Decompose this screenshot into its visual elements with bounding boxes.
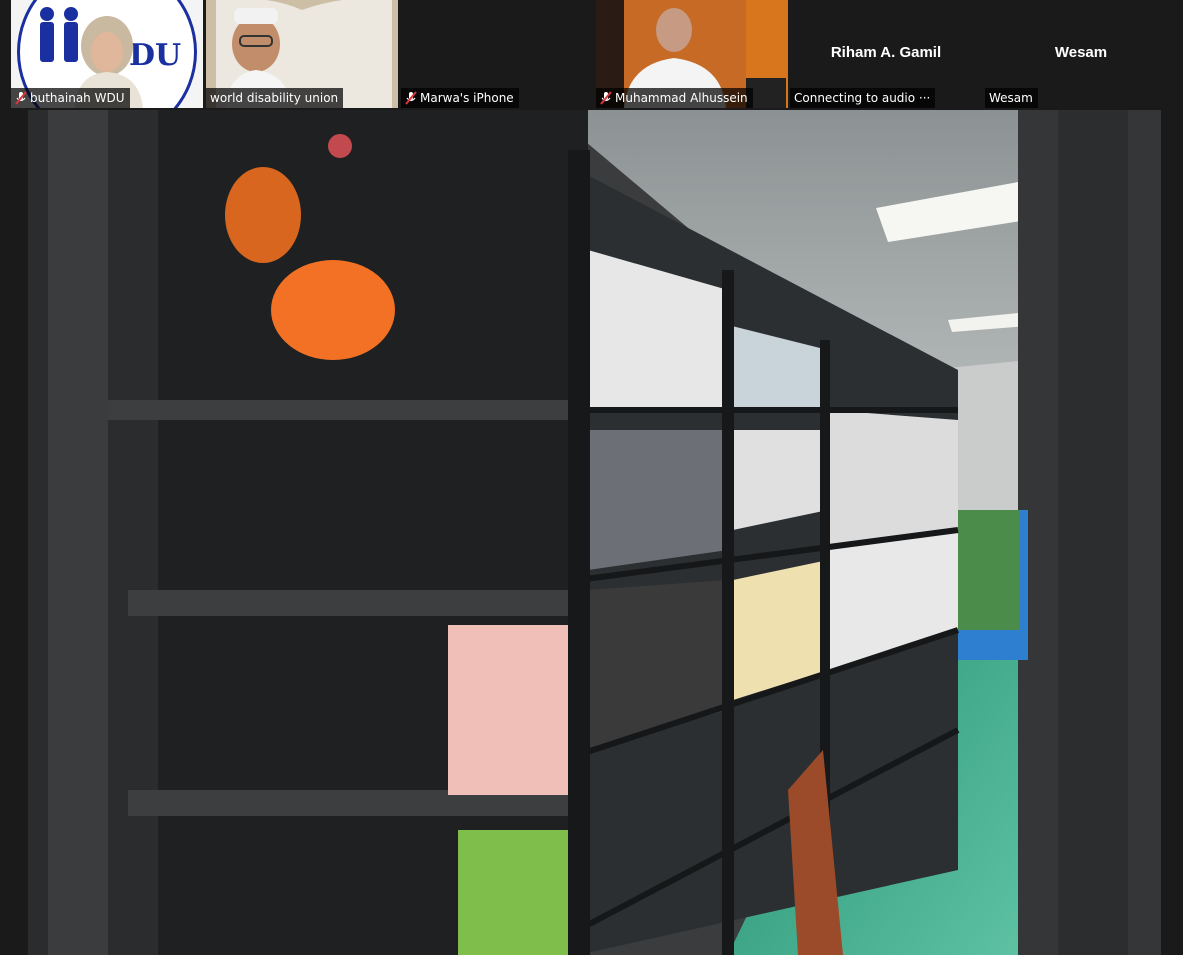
mic-muted-icon bbox=[405, 91, 417, 105]
participant-display-name: Wesam bbox=[1054, 44, 1108, 61]
participant-name: world disability union bbox=[210, 91, 339, 105]
video-tile-muhammad-alhussein[interactable]: Muhammad Alhussein bbox=[596, 0, 788, 108]
participant-name: buthainah WDU bbox=[30, 91, 125, 105]
connecting-status: Connecting to audio ··· bbox=[794, 91, 931, 105]
participant-name: Marwa's iPhone bbox=[420, 91, 514, 105]
participant-name-label: Wesam bbox=[985, 88, 1038, 108]
mic-muted-icon bbox=[15, 91, 27, 105]
video-tile-wesam[interactable]: Wesam Wesam bbox=[985, 0, 1177, 108]
participant-name: Muhammad Alhussein bbox=[615, 91, 748, 105]
storeroom-video-frame bbox=[28, 110, 1161, 955]
participant-name-label: Muhammad Alhussein bbox=[596, 88, 753, 108]
video-tile-buthainah[interactable]: DU buthainah WDU bbox=[11, 0, 203, 108]
participant-name: Wesam bbox=[989, 91, 1033, 105]
participant-status-label: Connecting to audio ··· bbox=[790, 88, 936, 108]
participant-display-name: Riham A. Gamil bbox=[830, 44, 942, 61]
participant-name-label: Marwa's iPhone bbox=[401, 88, 519, 108]
participant-name-label: world disability union bbox=[206, 88, 344, 108]
participant-name-label: buthainah WDU bbox=[11, 88, 130, 108]
mic-muted-icon bbox=[600, 91, 612, 105]
video-tile-riham-gamil[interactable]: Riham A. Gamil Connecting to audio ··· bbox=[790, 0, 982, 108]
video-tile-world-disability-union[interactable]: world disability union bbox=[206, 0, 398, 108]
participant-strip: DU buthainah WDU world disability union bbox=[0, 0, 1183, 108]
main-video-feed[interactable] bbox=[28, 110, 1161, 955]
video-tile-marwa-iphone[interactable]: Marwa's iPhone bbox=[401, 0, 593, 108]
